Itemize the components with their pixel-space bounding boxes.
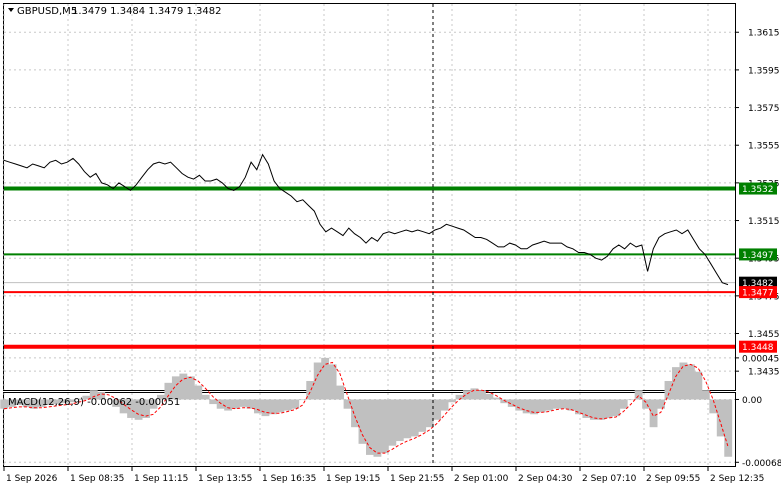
macd-bar <box>0 399 9 409</box>
macd-bar <box>276 399 285 413</box>
macd-bar <box>545 399 553 411</box>
x-tick-label: 1 Sep 13:55 <box>198 474 252 484</box>
macd-bar <box>351 399 359 428</box>
x-tick-label: 1 Sep 08:35 <box>70 474 124 484</box>
macd-bar <box>560 399 568 409</box>
macd-bar <box>358 399 367 444</box>
macd-bar <box>701 390 710 400</box>
level-price-label: 1.3477 <box>742 289 774 299</box>
macd-label: MACD(12,26,9) -0.00062 -0.00051 <box>8 397 180 408</box>
macd-bar <box>239 399 247 407</box>
macd-bar <box>388 399 397 446</box>
macd-bar <box>261 399 270 417</box>
macd-bar <box>231 399 240 409</box>
macd-bar <box>380 399 389 454</box>
x-tick-label: 1 Sep 2026 <box>6 474 58 484</box>
macd-bar <box>537 399 546 413</box>
macd-bar <box>268 399 277 415</box>
macd-tick-label: 0.00045 <box>742 354 779 364</box>
macd-bar <box>418 399 427 432</box>
y-tick-label: 1.3555 <box>748 142 780 152</box>
y-tick-label: 1.3435 <box>748 368 780 378</box>
macd-bar <box>403 399 412 439</box>
macd-bar <box>298 399 307 401</box>
macd-tick-label: -0.00068 <box>742 459 781 469</box>
macd-bar <box>649 399 658 428</box>
macd-bar <box>171 376 180 400</box>
y-tick-label: 1.3615 <box>748 29 780 39</box>
macd-bar <box>485 393 494 400</box>
macd-bar <box>336 385 345 400</box>
y-tick-label: 1.3575 <box>748 104 780 114</box>
macd-bar <box>186 376 195 400</box>
macd-bar <box>254 399 262 414</box>
time-axis[interactable]: 1 Sep 2026 1 Sep 08:35 1 Sep 11:15 1 Sep 13… <box>3 467 764 484</box>
price-axis[interactable]: 1.36151.35951.35751.35551.35351.35151.34… <box>735 29 780 378</box>
macd-bar <box>686 364 695 400</box>
macd-bar <box>209 399 218 405</box>
trading-chart: 1.36151.35951.35751.35551.35351.35151.34… <box>0 3 781 484</box>
macd-bar <box>627 399 636 401</box>
macd-bar <box>664 380 673 400</box>
y-tick-label: 1.3515 <box>748 217 780 227</box>
x-tick-label: 2 Sep 09:55 <box>646 474 700 484</box>
macd-bar <box>216 399 225 409</box>
macd-bar <box>395 399 404 442</box>
symbol-label: GBPUSD,M5 <box>17 6 77 17</box>
y-tick-label: 1.3455 <box>748 330 780 340</box>
x-tick-label: 1 Sep 21:55 <box>390 474 444 484</box>
ohlc-values: 1.3479 1.3484 1.3479 1.3482 <box>72 6 222 17</box>
price-panel[interactable] <box>3 3 736 391</box>
x-tick-label: 1 Sep 19:15 <box>326 474 380 484</box>
macd-bar <box>657 399 665 409</box>
macd-bar <box>724 399 733 457</box>
macd-bar <box>552 399 561 409</box>
macd-bar <box>179 373 188 400</box>
macd-bar <box>194 385 203 400</box>
macd-bar <box>642 399 651 409</box>
macd-bar <box>433 399 442 420</box>
x-tick-label: 1 Sep 16:35 <box>262 474 316 484</box>
macd-bar <box>694 371 703 400</box>
level-price-label: 1.3448 <box>742 343 774 353</box>
macd-bar <box>597 399 606 420</box>
level-labels: 1.35321.34971.34821.34771.3448 <box>739 182 777 353</box>
macd-bar <box>224 399 233 411</box>
macd-bar <box>619 399 628 409</box>
macd-bar <box>522 399 531 414</box>
x-tick-label: 2 Sep 04:30 <box>518 474 573 484</box>
macd-bar <box>410 399 419 437</box>
macd-bar <box>440 399 449 411</box>
macd-bar <box>612 399 621 417</box>
macd-bar <box>604 399 613 418</box>
x-tick-label: 2 Sep 07:10 <box>582 474 637 484</box>
macd-bar <box>477 390 486 400</box>
macd-bar <box>283 399 292 411</box>
macd-bar <box>366 399 374 455</box>
macd-tick-label: 0.00 <box>742 396 762 406</box>
level-price-label: 1.3532 <box>742 185 774 195</box>
macd-bar <box>679 362 688 400</box>
x-tick-label: 1 Sep 11:15 <box>134 474 188 484</box>
macd-bar <box>201 394 210 400</box>
y-tick-label: 1.3595 <box>748 66 780 76</box>
macd-bar <box>425 399 434 428</box>
level-price-label: 1.3497 <box>742 251 774 261</box>
macd-bar <box>448 399 456 403</box>
macd-bar <box>463 390 471 400</box>
x-tick-label: 2 Sep 01:00 <box>454 474 509 484</box>
macd-bar <box>574 399 583 415</box>
macd-bar <box>373 399 382 457</box>
macd-bar <box>328 364 337 400</box>
x-tick-label: 2 Sep 12:35 <box>710 474 764 484</box>
